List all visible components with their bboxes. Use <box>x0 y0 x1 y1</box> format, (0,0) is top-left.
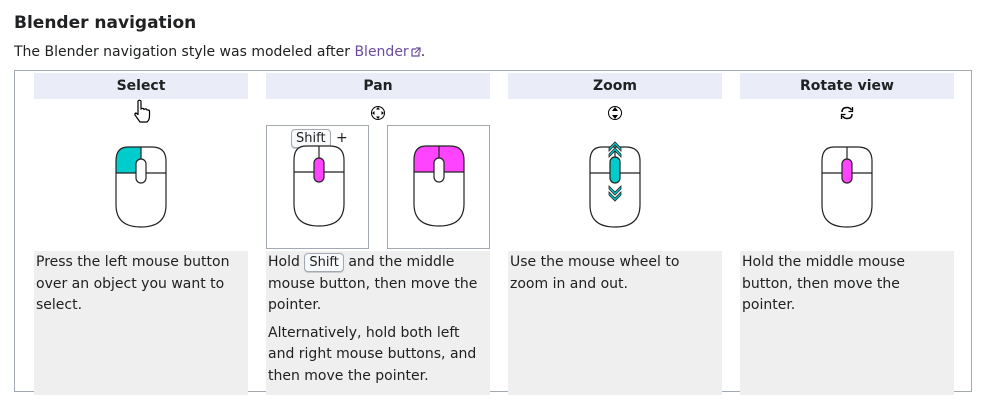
desc-select: Press the left mouse button over an obje… <box>34 251 248 395</box>
rotate-icon <box>840 106 854 120</box>
hand-pointer-icon <box>134 99 151 123</box>
blender-link[interactable]: Blender <box>354 44 408 60</box>
mouse-both-buttons-icon <box>413 145 465 227</box>
column-header-pan: Pan <box>266 73 490 99</box>
vertical-resize-icon <box>608 106 622 120</box>
shift-key-inline: Shift <box>304 253 344 272</box>
shift-middle-mouse-panel: Shift + <box>266 125 369 249</box>
column-rotate: Rotate view Hold the middle mouse button… <box>740 73 954 395</box>
mouse-middle-click-icon <box>293 145 345 227</box>
mouse-left-click-icon <box>115 146 167 228</box>
column-pan: Pan Shift + Hold Shift and the middle mo… <box>266 73 490 395</box>
mouse-wheel-icon <box>589 141 641 228</box>
navigation-table: Select Press the left mouse button over … <box>14 70 972 395</box>
column-header-rotate: Rotate view <box>740 73 954 99</box>
intro-text: The Blender navigation style was modeled… <box>14 44 425 60</box>
column-header-select: Select <box>34 73 248 99</box>
column-header-zoom: Zoom <box>508 73 722 99</box>
column-select: Select Press the left mouse button over … <box>34 73 248 395</box>
move-arrows-icon <box>371 106 385 120</box>
intro-sentence: The Blender navigation style was modeled… <box>14 44 355 60</box>
desc-pan: Hold Shift and the middle mouse button, … <box>266 251 490 395</box>
mouse-middle-button-icon <box>821 146 873 228</box>
both-buttons-panel <box>387 125 490 249</box>
desc-rotate: Hold the middle mouse button, then move … <box>740 251 954 395</box>
intro-suffix: . <box>420 44 426 60</box>
external-link-icon <box>411 47 421 57</box>
page-title: Blender navigation <box>14 13 197 33</box>
column-zoom: Zoom Use the mouse wheel to zoom in and … <box>508 73 722 395</box>
desc-zoom: Use the mouse wheel to zoom in and out. <box>508 251 722 395</box>
